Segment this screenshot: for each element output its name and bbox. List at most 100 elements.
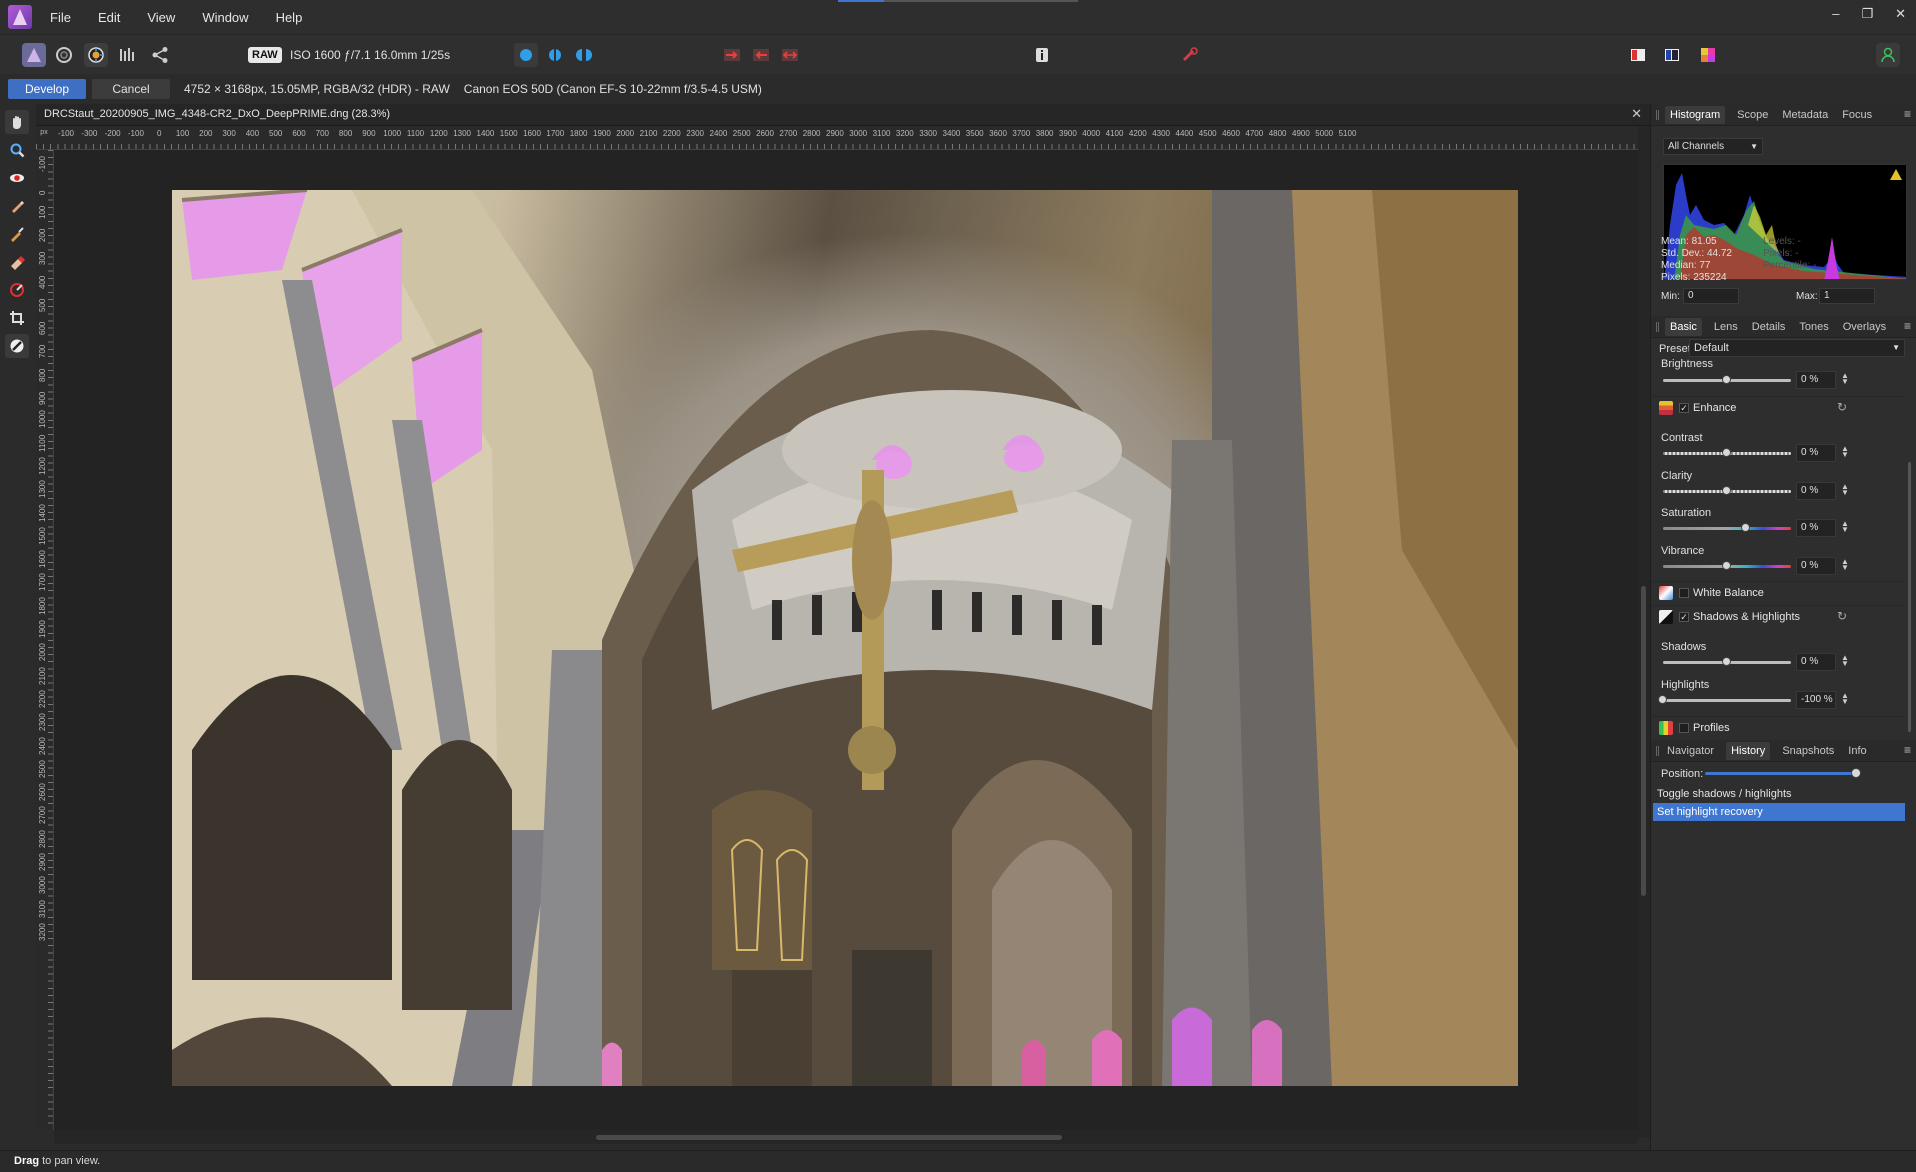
clipped-shadows-icon[interactable]: [749, 43, 773, 67]
profiles-section[interactable]: Profiles: [1651, 716, 1905, 740]
reset-icon[interactable]: ↻: [1837, 400, 1847, 414]
profiles-checkbox[interactable]: [1679, 723, 1689, 733]
panel-left-icon[interactable]: [1626, 43, 1650, 67]
tab-info[interactable]: Info: [1846, 742, 1868, 760]
tab-focus[interactable]: Focus: [1840, 106, 1874, 124]
shadows-stepper-icon[interactable]: ▲ ▼: [1841, 654, 1849, 668]
blemish-tool-icon[interactable]: [5, 194, 29, 218]
shadows-highlights-section[interactable]: ✓ Shadows & Highlights ↻: [1651, 605, 1905, 629]
shadows-highlights-checkbox[interactable]: ✓: [1679, 612, 1689, 622]
shadows-slider[interactable]: [1663, 657, 1791, 666]
vruler-tick: 2000: [38, 643, 47, 662]
white-balance-checkbox[interactable]: [1679, 588, 1689, 598]
develop-panel-scrollbar[interactable]: [1907, 372, 1913, 742]
assistant-icon[interactable]: [1178, 43, 1202, 67]
share-icon[interactable]: [148, 43, 172, 67]
photo-persona-icon[interactable]: [22, 43, 46, 67]
close-document-button[interactable]: ✕: [1631, 106, 1642, 122]
reset-icon[interactable]: ↻: [1837, 609, 1847, 623]
panel-menu-icon[interactable]: ≡: [1904, 743, 1911, 757]
highlights-value[interactable]: -100 %: [1796, 691, 1836, 709]
history-item[interactable]: Toggle shadows / highlights: [1653, 785, 1905, 803]
restore-button[interactable]: ❐: [1861, 6, 1873, 22]
gradient-overlay-tool-icon[interactable]: [5, 278, 29, 302]
brightness-slider[interactable]: [1663, 375, 1791, 384]
menu-file[interactable]: File: [50, 10, 71, 25]
cancel-button[interactable]: Cancel: [92, 79, 170, 99]
highlights-slider[interactable]: [1658, 695, 1791, 704]
hand-tool-icon[interactable]: [5, 110, 29, 134]
tab-histogram[interactable]: Histogram: [1665, 105, 1726, 124]
tab-details[interactable]: Details: [1750, 318, 1788, 336]
menu-edit[interactable]: Edit: [98, 10, 120, 25]
menu-view[interactable]: View: [147, 10, 175, 25]
vertical-scrollbar[interactable]: [1638, 126, 1650, 1138]
highlights-stepper-icon[interactable]: ▲ ▼: [1841, 692, 1849, 706]
tab-overlays[interactable]: Overlays: [1841, 318, 1888, 336]
view-single-icon[interactable]: [514, 43, 538, 67]
liquify-persona-icon[interactable]: [52, 43, 76, 67]
clipped-tones-icon[interactable]: [778, 43, 802, 67]
clipped-highlights-icon[interactable]: [720, 43, 744, 67]
develop-persona-icon[interactable]: [84, 43, 108, 67]
tab-lens[interactable]: Lens: [1712, 318, 1740, 336]
history-position-thumb[interactable]: [1851, 768, 1861, 778]
tab-tones[interactable]: Tones: [1797, 318, 1830, 336]
shadows-value[interactable]: 0 %: [1796, 653, 1836, 671]
tab-snapshots[interactable]: Snapshots: [1780, 742, 1836, 760]
close-window-button[interactable]: ✕: [1895, 6, 1906, 22]
account-icon[interactable]: [1876, 43, 1900, 67]
crop-tool-icon[interactable]: [5, 306, 29, 330]
preset-select[interactable]: Default ▼: [1689, 339, 1905, 357]
panel-menu-icon[interactable]: ≡: [1904, 107, 1911, 121]
horizontal-scrollbar[interactable]: [54, 1130, 1638, 1144]
contrast-slider[interactable]: [1663, 448, 1791, 457]
canvas[interactable]: [54, 150, 1638, 1130]
min-input[interactable]: 0: [1683, 288, 1739, 304]
view-mirror-icon[interactable]: [572, 43, 596, 67]
history-position-slider[interactable]: [1705, 772, 1855, 775]
menu-window[interactable]: Window: [202, 10, 248, 25]
clarity-stepper-icon[interactable]: ▲ ▼: [1841, 483, 1849, 497]
raw-photo-church-interior[interactable]: [172, 190, 1518, 1086]
history-item-selected[interactable]: Set highlight recovery: [1653, 803, 1905, 821]
menu-help[interactable]: Help: [276, 10, 303, 25]
channels-select[interactable]: All Channels ▼: [1663, 138, 1763, 155]
red-eye-tool-icon[interactable]: [5, 166, 29, 190]
saturation-value[interactable]: 0 %: [1796, 519, 1836, 537]
saturation-stepper-icon[interactable]: ▲ ▼: [1841, 520, 1849, 534]
saturation-slider[interactable]: [1663, 523, 1791, 532]
contrast-value[interactable]: 0 %: [1796, 444, 1836, 462]
overlay-erase-tool-icon[interactable]: [5, 250, 29, 274]
vruler-tick: 3000: [38, 876, 47, 895]
info-icon[interactable]: [1030, 43, 1054, 67]
enhance-checkbox[interactable]: ✓: [1679, 403, 1689, 413]
vibrance-value[interactable]: 0 %: [1796, 557, 1836, 575]
panel-menu-icon[interactable]: ≡: [1904, 319, 1911, 333]
tab-basic[interactable]: Basic: [1665, 317, 1702, 336]
view-split-icon[interactable]: [543, 43, 567, 67]
tab-navigator[interactable]: Navigator: [1665, 742, 1716, 760]
vibrance-slider[interactable]: [1663, 561, 1791, 570]
tab-metadata[interactable]: Metadata: [1780, 106, 1830, 124]
panel-right-icon[interactable]: [1660, 43, 1684, 67]
brightness-stepper-icon[interactable]: ▲ ▼: [1841, 372, 1849, 386]
max-input[interactable]: 1: [1819, 288, 1875, 304]
tab-scope[interactable]: Scope: [1735, 106, 1770, 124]
develop-button[interactable]: Develop: [8, 79, 86, 99]
brightness-value[interactable]: 0 %: [1796, 371, 1836, 389]
white-balance-picker-icon[interactable]: [5, 334, 29, 358]
vibrance-stepper-icon[interactable]: ▲ ▼: [1841, 558, 1849, 572]
white-balance-section[interactable]: White Balance: [1651, 581, 1905, 605]
overlay-paint-tool-icon[interactable]: [5, 222, 29, 246]
tab-history[interactable]: History: [1726, 741, 1771, 760]
minimize-button[interactable]: –: [1832, 6, 1839, 22]
color-panel-icon[interactable]: [1696, 43, 1720, 67]
contrast-stepper-icon[interactable]: ▲ ▼: [1841, 445, 1849, 459]
clarity-value[interactable]: 0 %: [1796, 482, 1836, 500]
clarity-slider[interactable]: [1663, 486, 1791, 495]
document-tab[interactable]: DRCStaut_20200905_IMG_4348-CR2_DxO_DeepP…: [36, 104, 1650, 126]
tone-mapping-persona-icon[interactable]: [116, 43, 140, 67]
enhance-section[interactable]: ✓ Enhance ↻: [1651, 396, 1905, 420]
zoom-tool-icon[interactable]: [5, 138, 29, 162]
